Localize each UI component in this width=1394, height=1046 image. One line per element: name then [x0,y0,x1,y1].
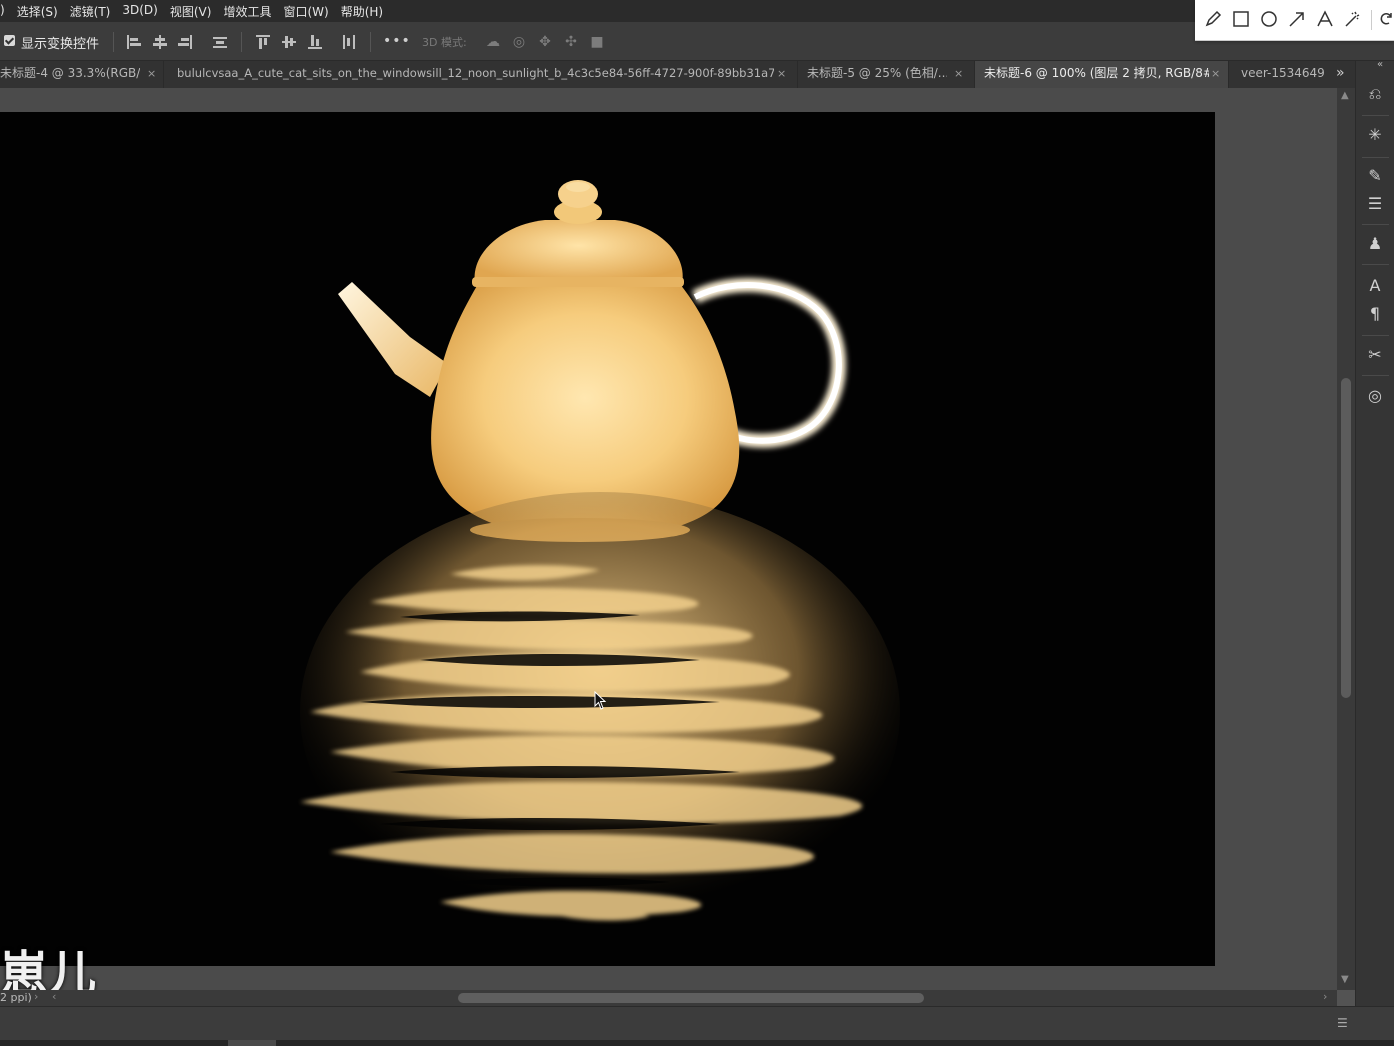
collapse-panel-icon[interactable]: « [1377,59,1383,70]
options-bar: 显示变换控件 ••• 3D 模式: ☁ ◎ ✥ ✣ ■ [0,22,1394,61]
3d-mode-label: 3D 模式: [422,36,467,49]
annotation-toolbar [1195,0,1394,41]
close-icon[interactable]: × [147,61,156,86]
menu-item-3d[interactable]: 3D(D) [122,3,157,20]
align-bottom-icon[interactable] [308,35,322,49]
3d-orbit-icon[interactable]: ☁ [485,34,501,50]
adjustments-icon[interactable]: ☰ [1364,193,1386,215]
teapot-lid [474,220,683,284]
3d-slide-icon[interactable]: ✣ [563,34,579,50]
tab-veer[interactable]: veer-1534649 [1229,61,1329,88]
distribute-horizontal-icon[interactable] [342,35,356,49]
menu-item-window[interactable]: 窗口(W) [283,3,328,20]
scroll-left-icon[interactable]: ‹ [52,990,56,1003]
align-top-icon[interactable] [256,35,270,49]
text-icon[interactable] [1315,9,1335,29]
menu-item-plugins[interactable]: 增效工具 [223,3,271,20]
divider [370,32,371,52]
scroll-up-icon[interactable]: ▲ [1341,90,1349,101]
horizontal-scrollbar[interactable]: 2 ppi) › ‹ › [0,990,1337,1006]
brush-settings-icon[interactable]: ✎ [1364,165,1386,187]
menu-item-view[interactable]: 视图(V) [170,3,212,20]
panel-dock: « ⎌ ✳ ✎ ☰ ♟ A ¶ ✂ ◎ [1355,59,1394,1006]
tab-untitled-5[interactable]: 未标题-5 @ 25% (色相/... × [798,61,975,88]
align-vertical-center-icon[interactable] [282,35,296,49]
arrow-icon[interactable] [1287,9,1307,29]
menu-item-filter[interactable]: 滤镜(T) [70,3,111,20]
mouse-cursor-icon [594,691,607,710]
history-icon[interactable]: ⎌ [1364,83,1386,105]
close-icon[interactable]: × [1211,61,1220,86]
status-bar: ☰ [0,1006,1394,1041]
creative-cloud-icon[interactable]: ◎ [1364,385,1386,407]
rectangle-icon[interactable] [1231,9,1251,29]
menu-bar: ) 选择(S) 滤镜(T) 3D(D) 视图(V) 增效工具 窗口(W) 帮助(… [0,0,1394,22]
show-transform-label: 显示变换控件 [21,37,100,52]
clone-source-icon[interactable]: ♟ [1364,233,1386,255]
align-right-icon[interactable] [178,35,192,49]
scroll-down-icon[interactable]: ▼ [1341,974,1349,985]
more-options-button[interactable]: ••• [383,33,411,49]
teapot-spout [338,282,448,397]
tools-icon[interactable]: ✂ [1364,344,1386,366]
divider [113,32,114,52]
menu-item-select[interactable]: 选择(S) [17,3,58,20]
tab-untitled-4[interactable]: 未标题-4 @ 33.3%(RGB/... × [0,61,164,88]
divider [241,32,242,52]
distribute-vertical-icon[interactable] [213,35,227,49]
teapot-artwork [300,180,900,932]
document-tabs: 未标题-4 @ 33.3%(RGB/... × bululcvsaa_A_cut… [0,61,1394,88]
pencil-icon[interactable] [1203,9,1223,29]
zoom-status: 2 ppi) [0,991,32,1004]
hamburger-menu-icon[interactable]: ☰ [1337,1016,1348,1030]
magic-wand-icon[interactable] [1343,9,1363,29]
tab-cat-image[interactable]: bululcvsaa_A_cute_cat_sits_on_the_window… [164,61,798,88]
paragraph-icon[interactable]: ¶ [1364,303,1386,325]
water-reflection [300,492,900,932]
vertical-scrollbar[interactable]: ▲ ▼ [1337,88,1355,990]
menu-item-help[interactable]: 帮助(H) [341,3,383,20]
ellipse-icon[interactable] [1259,9,1279,29]
scroll-right-icon[interactable]: › [1323,990,1327,1003]
tab-overflow-icon[interactable]: » [1336,65,1345,81]
align-left-icon[interactable] [127,35,141,49]
close-icon[interactable]: × [777,61,786,86]
show-transform-checkbox[interactable] [4,35,15,46]
taskbar-strip [0,1040,1394,1046]
3d-roll-icon[interactable]: ◎ [511,34,527,50]
align-horizontal-center-icon[interactable] [153,35,167,49]
tab-untitled-6[interactable]: 未标题-6 @ 100% (图层 2 拷贝, RGB/8#) * × [975,61,1229,88]
document-canvas[interactable] [0,112,1215,966]
navigator-icon[interactable]: ✳ [1364,124,1386,146]
3d-pan-icon[interactable]: ✥ [537,34,553,50]
menu-item-truncated[interactable]: ) [0,3,5,20]
horizontal-scroll-thumb[interactable] [458,993,924,1003]
character-icon[interactable]: A [1364,275,1386,297]
undo-icon[interactable] [1379,9,1393,29]
close-icon[interactable]: × [954,61,963,86]
vertical-scroll-thumb[interactable] [1341,378,1351,698]
status-expand-icon[interactable]: › [34,990,38,1003]
3d-scale-icon[interactable]: ■ [589,34,605,50]
